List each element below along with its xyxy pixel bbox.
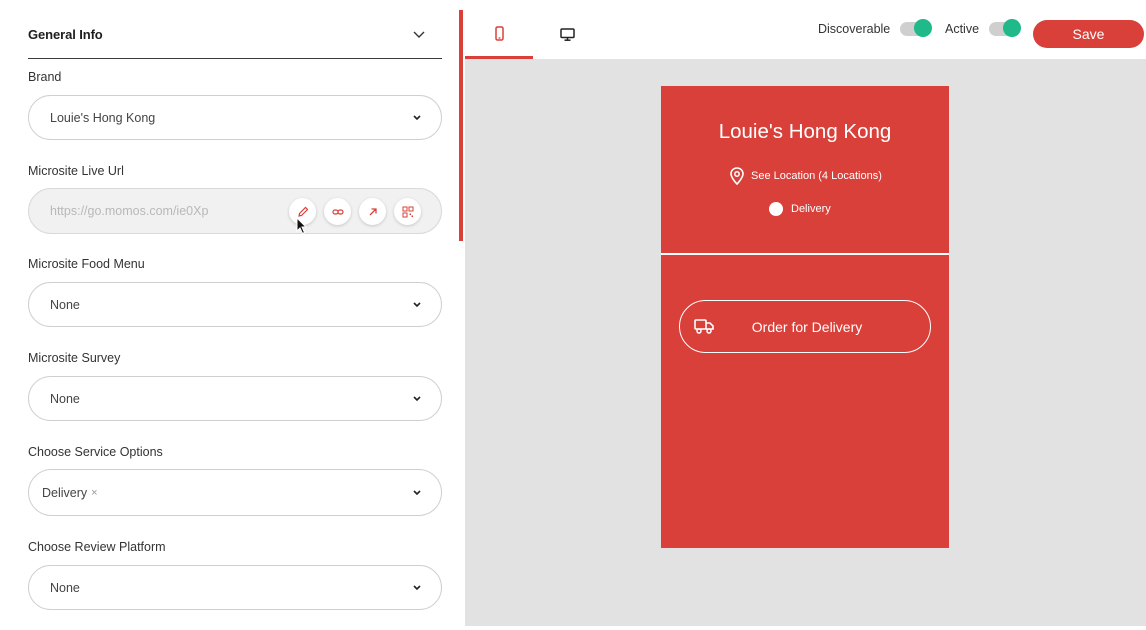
delivery-option[interactable]: Delivery [769, 202, 831, 216]
tab-mobile-view[interactable] [465, 10, 533, 59]
review-platform-value: None [50, 580, 80, 595]
tab-desktop-view[interactable] [533, 10, 601, 59]
service-options-label: Choose Service Options [28, 445, 163, 459]
active-toggle[interactable] [989, 19, 1022, 37]
brand-select[interactable]: Louie's Hong Kong [28, 95, 442, 140]
remove-chip-icon[interactable]: × [91, 487, 97, 499]
map-pin-icon [730, 167, 744, 185]
mobile-phone-icon [494, 25, 504, 41]
caret-down-icon [413, 584, 421, 590]
caret-down-icon [413, 301, 421, 307]
survey-value: None [50, 391, 80, 406]
panel-scrollbar[interactable] [459, 10, 463, 241]
microsite-url-field[interactable]: https://go.momos.com/ie0Xp [28, 188, 442, 234]
desktop-monitor-icon [559, 28, 575, 41]
order-delivery-button[interactable]: Order for Delivery [679, 300, 931, 353]
discoverable-label: Discoverable [818, 22, 891, 36]
general-info-header[interactable]: General Info [28, 10, 442, 59]
mouse-pointer-icon [296, 217, 308, 235]
survey-label: Microsite Survey [28, 351, 121, 365]
survey-select[interactable]: None [28, 376, 442, 421]
section-title: General Info [28, 26, 103, 42]
microsite-url-label: Microsite Live Url [28, 164, 124, 178]
arrow-up-right-icon [369, 207, 377, 215]
discoverable-toggle-group: Discoverable [818, 19, 933, 37]
active-toggle-group: Active [945, 19, 1022, 37]
delivery-text: Delivery [791, 203, 831, 215]
service-chip: Delivery × [42, 486, 98, 500]
qr-code-icon [402, 206, 413, 217]
preview-brand-title: Louie's Hong Kong [718, 120, 892, 143]
see-location-link[interactable]: See Location (4 Locations) [729, 167, 882, 185]
food-menu-select[interactable]: None [28, 282, 442, 327]
link-icon [331, 208, 344, 215]
open-url-button[interactable] [359, 198, 386, 225]
food-menu-label: Microsite Food Menu [28, 257, 145, 271]
location-text: See Location (4 Locations) [751, 170, 882, 182]
food-menu-value: None [50, 297, 80, 312]
order-label: Order for Delivery [751, 318, 863, 335]
radio-dot-icon [769, 202, 783, 216]
copy-link-button[interactable] [324, 198, 351, 225]
brand-label: Brand [28, 70, 62, 84]
microsite-url-value: https://go.momos.com/ie0Xp [50, 204, 209, 218]
delivery-truck-icon [694, 319, 714, 334]
caret-down-icon [413, 489, 421, 495]
preview-divider [661, 253, 949, 255]
toggle-knob [1003, 19, 1022, 37]
save-button[interactable]: Save [1033, 20, 1144, 48]
settings-panel: General Info Brand Louie's Hong Kong Mic… [0, 0, 463, 630]
caret-down-icon [413, 395, 421, 401]
review-platform-label: Choose Review Platform [28, 540, 166, 554]
active-label: Active [945, 22, 980, 36]
service-options-select[interactable]: Delivery × [28, 469, 442, 516]
mobile-preview: Louie's Hong Kong See Location (4 Locati… [661, 86, 949, 548]
url-actions [289, 198, 421, 225]
caret-down-icon [413, 114, 421, 120]
discoverable-toggle[interactable] [900, 19, 933, 37]
pencil-icon [297, 206, 308, 217]
qr-code-button[interactable] [394, 198, 421, 225]
brand-value: Louie's Hong Kong [50, 110, 156, 125]
review-platform-select[interactable]: None [28, 565, 442, 610]
toggle-knob [914, 19, 933, 37]
service-chip-label: Delivery [42, 485, 88, 500]
chevron-down-icon [413, 31, 425, 38]
